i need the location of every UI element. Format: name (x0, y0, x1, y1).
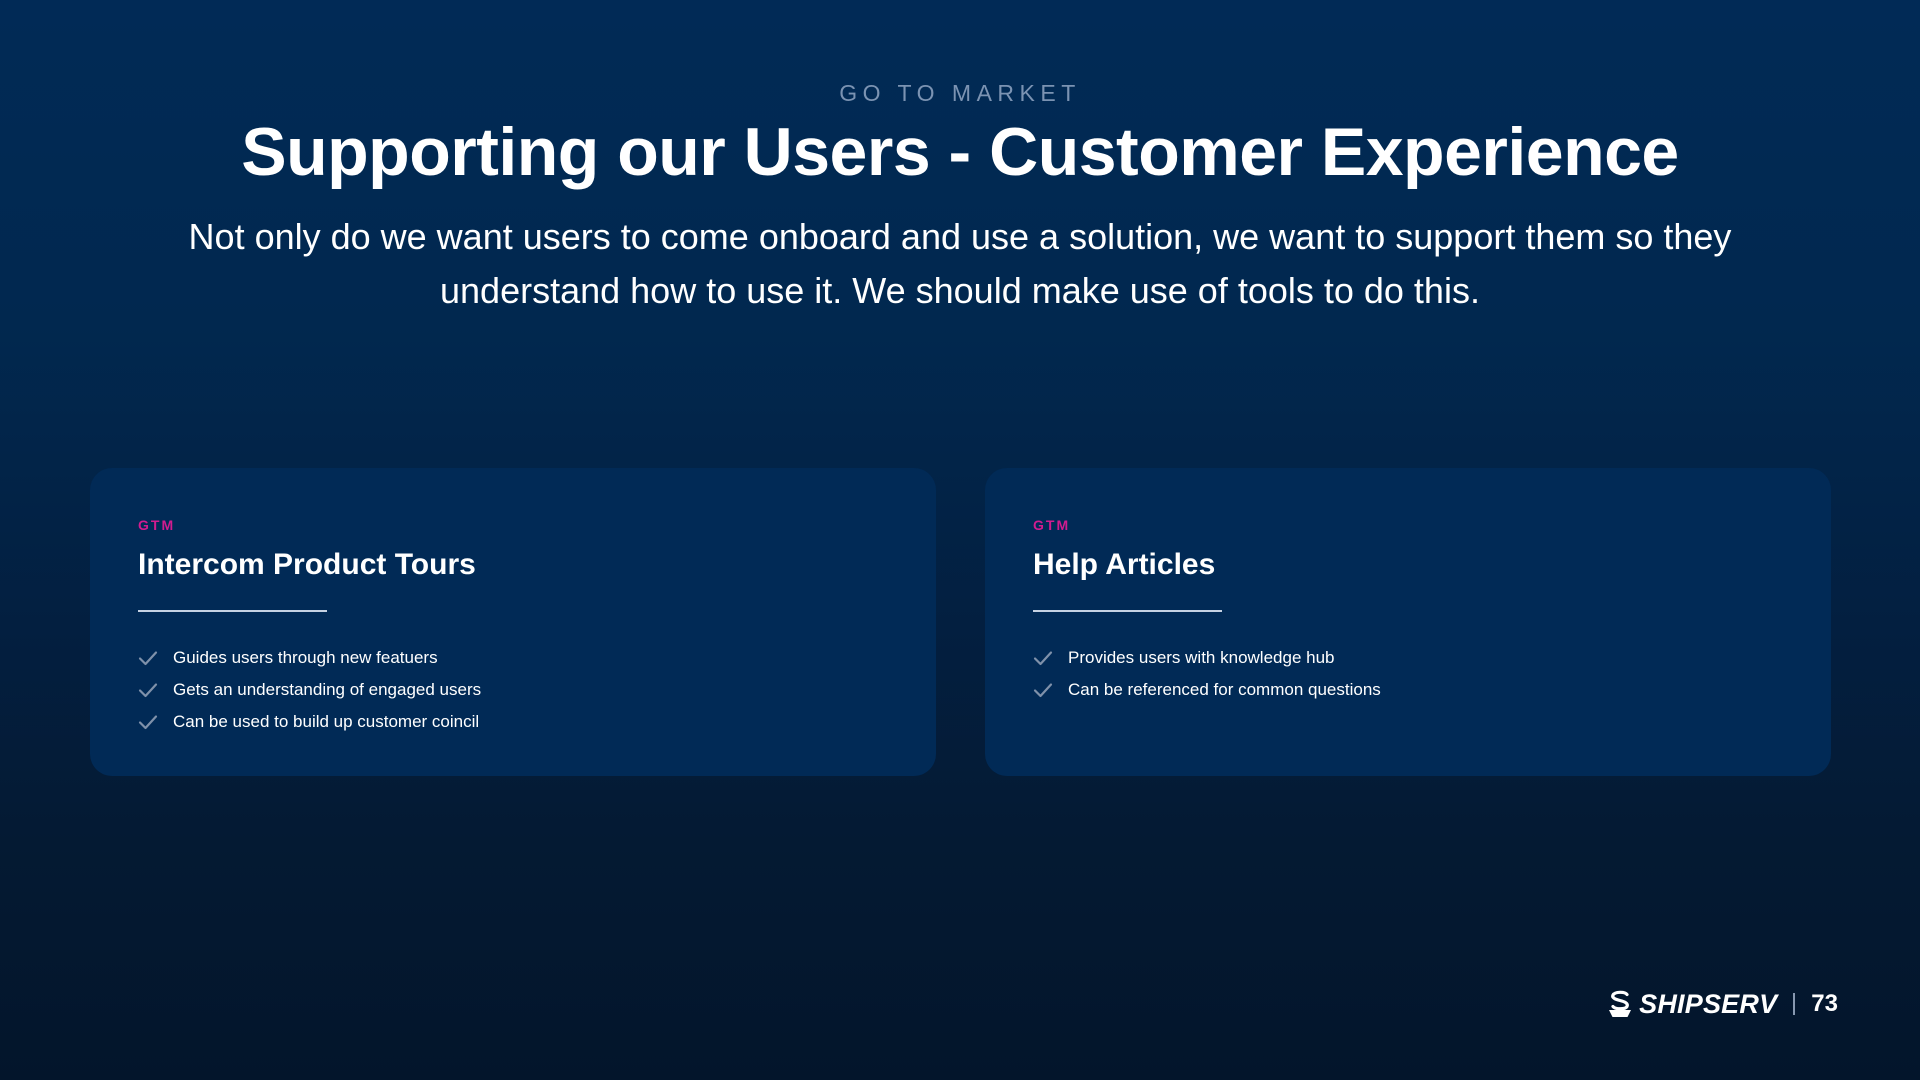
list-item-label: Provides users with knowledge hub (1068, 648, 1335, 667)
card-title: Intercom Product Tours (138, 548, 476, 581)
check-icon (138, 651, 158, 666)
list-item: Provides users with knowledge hub (1033, 642, 1783, 674)
feature-list: Guides users through new featuers Gets a… (138, 642, 888, 738)
list-item-label: Can be referenced for common questions (1068, 680, 1381, 699)
card-intercom-product-tours: GTM Intercom Product Tours Guides users … (90, 468, 936, 776)
list-item-label: Guides users through new featuers (173, 648, 438, 667)
check-icon (1033, 683, 1053, 698)
shipserv-logo: SHIPSERV (1607, 989, 1777, 1020)
check-icon (138, 683, 158, 698)
card-title: Help Articles (1033, 548, 1216, 581)
list-item-label: Can be used to build up customer coincil (173, 712, 480, 731)
card-help-articles: GTM Help Articles Provides users with kn… (985, 468, 1831, 776)
section-eyebrow: GO TO MARKET (839, 80, 1081, 106)
list-item: Can be referenced for common questions (1033, 674, 1783, 706)
card-divider (1033, 610, 1222, 612)
slide-footer: SHIPSERV 73 (1607, 984, 1838, 1024)
page-title: Supporting our Users - Customer Experien… (241, 114, 1679, 190)
page-number: 73 (1811, 990, 1838, 1017)
list-item: Can be used to build up customer coincil (138, 706, 888, 738)
feature-list: Provides users with knowledge hub Can be… (1033, 642, 1783, 706)
check-icon (1033, 651, 1053, 666)
card-tag: GTM (138, 517, 176, 533)
list-item: Guides users through new featuers (138, 642, 888, 674)
card-tag: GTM (1033, 517, 1071, 533)
card-divider (138, 610, 327, 612)
shipserv-logo-icon (1609, 990, 1632, 1017)
list-item: Gets an understanding of engaged users (138, 674, 888, 706)
logo-wordmark: SHIPSERV (1639, 988, 1778, 1019)
footer-divider (1793, 993, 1796, 1015)
list-item-label: Gets an understanding of engaged users (173, 680, 482, 699)
page-subtitle: Not only do we want users to come onboar… (188, 216, 1732, 311)
check-icon (138, 715, 158, 730)
